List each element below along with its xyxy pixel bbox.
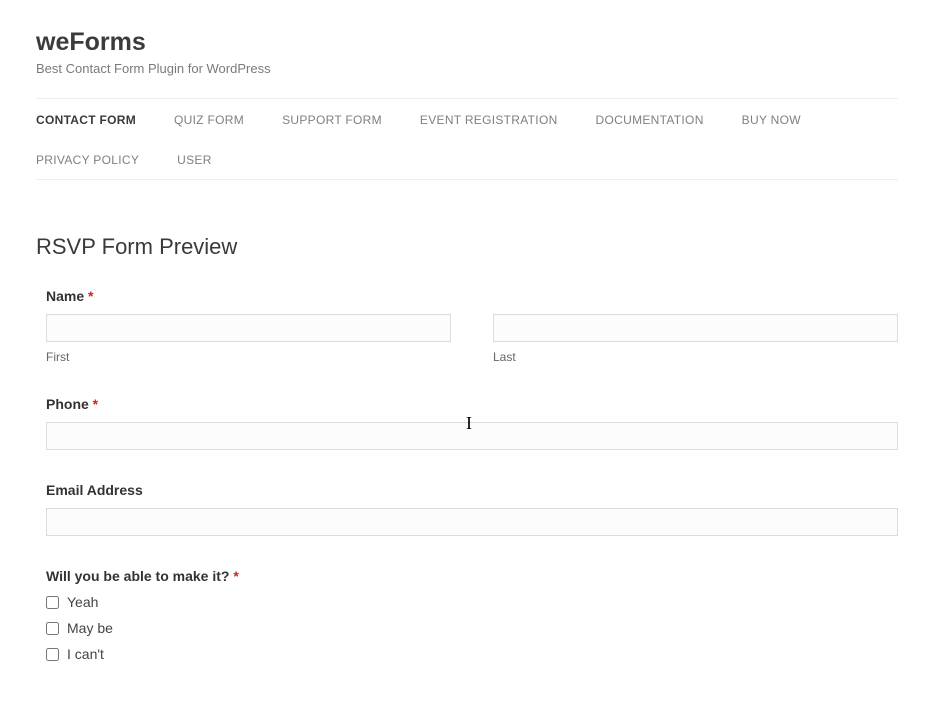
- email-label-text: Email Address: [46, 482, 143, 498]
- nav-privacy-policy[interactable]: PRIVACY POLICY: [36, 139, 139, 179]
- nav-documentation[interactable]: DOCUMENTATION: [596, 99, 704, 139]
- attend-option[interactable]: I can't: [46, 646, 898, 662]
- name-label-text: Name: [46, 288, 84, 304]
- last-name-sublabel: Last: [493, 350, 898, 364]
- attend-option-label: Yeah: [67, 594, 98, 610]
- attend-option-label: May be: [67, 620, 113, 636]
- attend-label: Will you be able to make it? *: [46, 568, 898, 584]
- phone-label-text: Phone: [46, 396, 89, 412]
- nav-quiz-form[interactable]: QUIZ FORM: [174, 99, 244, 139]
- nav-contact-form[interactable]: CONTACT FORM: [36, 99, 136, 139]
- site-title: weForms: [36, 28, 898, 57]
- site-tagline: Best Contact Form Plugin for WordPress: [36, 61, 898, 76]
- nav-support-form[interactable]: SUPPORT FORM: [282, 99, 382, 139]
- required-asterisk: *: [93, 396, 98, 412]
- required-asterisk: *: [233, 568, 238, 584]
- page-heading: RSVP Form Preview: [36, 234, 898, 260]
- phone-input[interactable]: [46, 422, 898, 450]
- nav-buy-now[interactable]: BUY NOW: [742, 99, 801, 139]
- email-input[interactable]: [46, 508, 898, 536]
- attend-option-label: I can't: [67, 646, 104, 662]
- phone-label: Phone *: [46, 396, 898, 412]
- attend-label-text: Will you be able to make it?: [46, 568, 229, 584]
- attend-option[interactable]: Yeah: [46, 594, 898, 610]
- first-name-sublabel: First: [46, 350, 451, 364]
- attend-checkbox-maybe[interactable]: [46, 622, 59, 635]
- main-nav: CONTACT FORM QUIZ FORM SUPPORT FORM EVEN…: [36, 98, 898, 180]
- attend-checkbox-cant[interactable]: [46, 648, 59, 661]
- last-name-input[interactable]: [493, 314, 898, 342]
- attend-option[interactable]: May be: [46, 620, 898, 636]
- email-label: Email Address: [46, 482, 898, 498]
- name-label: Name *: [46, 288, 898, 304]
- nav-user[interactable]: USER: [177, 139, 212, 179]
- required-asterisk: *: [88, 288, 93, 304]
- first-name-input[interactable]: [46, 314, 451, 342]
- nav-event-registration[interactable]: EVENT REGISTRATION: [420, 99, 558, 139]
- attend-checkbox-yeah[interactable]: [46, 596, 59, 609]
